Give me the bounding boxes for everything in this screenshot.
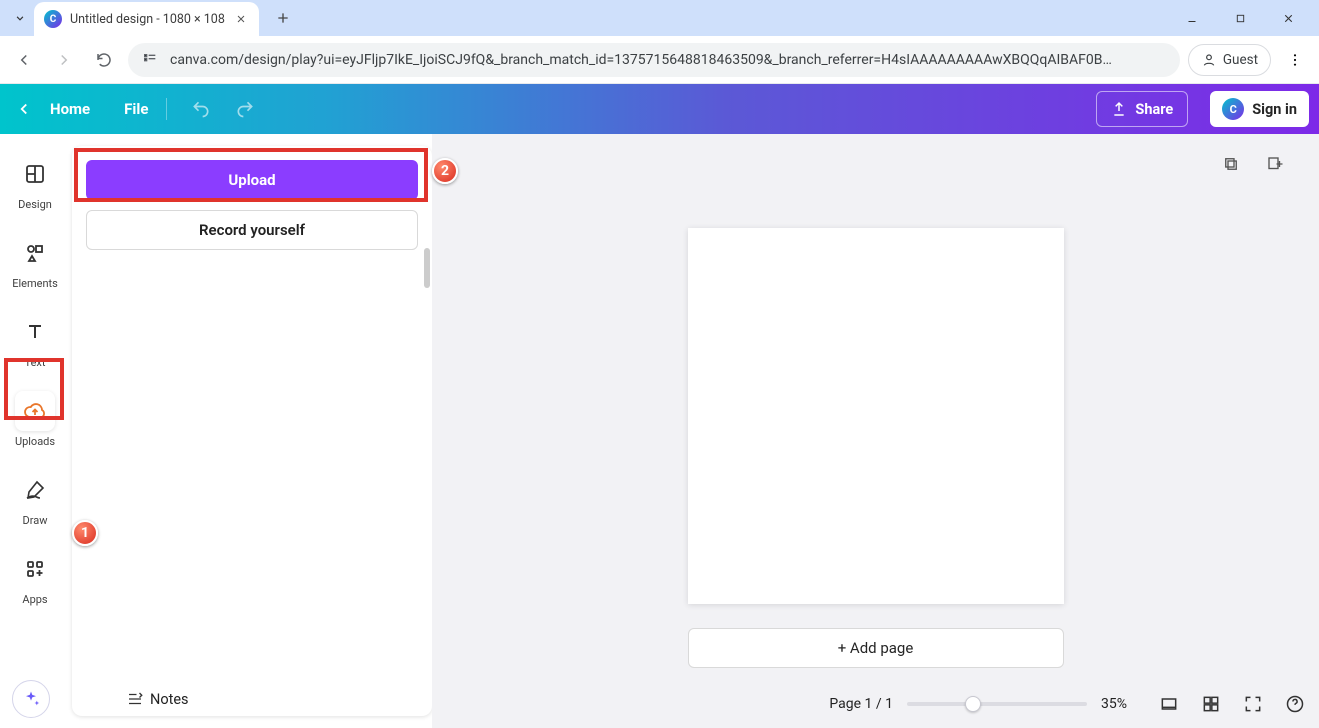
cloud-up-icon: [23, 399, 47, 423]
reload-button[interactable]: [88, 44, 120, 76]
address-bar[interactable]: canva.com/design/play?ui=eyJFljp7IkE_Ijo…: [128, 43, 1180, 77]
back-button[interactable]: [8, 44, 40, 76]
file-menu[interactable]: File: [124, 100, 148, 118]
notes-button[interactable]: Notes: [64, 690, 189, 708]
tab-title: Untitled design - 1080 × 108: [70, 12, 225, 27]
forward-button[interactable]: [48, 44, 80, 76]
fullscreen-button[interactable]: [1239, 690, 1267, 718]
window-controls: [1175, 4, 1313, 32]
browser-tab[interactable]: C Untitled design - 1080 × 108: [34, 2, 259, 36]
notes-icon: [126, 690, 144, 708]
side-rail: Design Elements Text Uploads Draw Apps: [0, 134, 70, 728]
guest-label: Guest: [1223, 52, 1258, 68]
minimize-button[interactable]: [1175, 4, 1209, 32]
canva-logo-icon: C: [1222, 98, 1244, 120]
divider: [166, 98, 167, 120]
signin-button[interactable]: C Sign in: [1210, 91, 1309, 127]
rail-apps[interactable]: Apps: [5, 543, 65, 612]
upload-button[interactable]: Upload: [86, 160, 418, 200]
draw-icon: [23, 478, 47, 502]
rail-label: Uploads: [15, 435, 55, 448]
tabs-dropdown[interactable]: [6, 4, 34, 32]
rail-uploads[interactable]: Uploads: [5, 385, 65, 454]
canva-top-bar: Home File Share C Sign in: [0, 84, 1319, 134]
rail-label: Apps: [22, 593, 47, 606]
page-counter: Page 1 / 1: [829, 696, 893, 712]
rail-label: Elements: [12, 277, 58, 290]
rail-label: Draw: [23, 514, 48, 527]
home-link[interactable]: Home: [50, 100, 90, 118]
grid-view-button[interactable]: [1197, 690, 1225, 718]
person-icon: [1201, 52, 1217, 68]
profile-chip[interactable]: Guest: [1188, 44, 1271, 76]
signin-label: Sign in: [1252, 101, 1297, 118]
maximize-button[interactable]: [1223, 4, 1257, 32]
redo-button[interactable]: [229, 93, 261, 125]
add-page-label: + Add page: [838, 639, 914, 657]
panel-scrollbar[interactable]: [420, 248, 430, 708]
app-back-button[interactable]: [10, 95, 38, 123]
upload-icon: [1111, 101, 1127, 117]
shapes-icon: [23, 241, 47, 265]
add-page-button[interactable]: + Add page: [688, 628, 1064, 668]
site-info-icon[interactable]: [140, 50, 160, 70]
help-button[interactable]: [1281, 690, 1309, 718]
zoom-thumb[interactable]: [965, 696, 981, 712]
magic-button[interactable]: [12, 680, 50, 718]
rail-label: Design: [18, 198, 52, 211]
new-tab-button[interactable]: [269, 4, 297, 32]
rail-draw[interactable]: Draw: [5, 464, 65, 533]
browser-toolbar: canva.com/design/play?ui=eyJFljp7IkE_Ijo…: [0, 36, 1319, 84]
browser-menu-button[interactable]: [1279, 44, 1311, 76]
url-text: canva.com/design/play?ui=eyJFljp7IkE_Ijo…: [170, 52, 1168, 68]
rail-design[interactable]: Design: [5, 148, 65, 217]
footer-left: Notes: [12, 680, 189, 718]
canva-favicon: C: [44, 10, 62, 28]
record-yourself-button[interactable]: Record yourself: [86, 210, 418, 250]
add-page-icon-button[interactable]: [1261, 150, 1289, 178]
zoom-percent: 35%: [1101, 696, 1141, 712]
apps-icon: [23, 557, 47, 581]
rail-text[interactable]: Text: [5, 306, 65, 375]
share-button[interactable]: Share: [1096, 91, 1188, 127]
footer-right: Page 1 / 1 35%: [829, 690, 1309, 718]
text-icon: [23, 320, 47, 344]
close-tab-icon[interactable]: [233, 11, 249, 27]
close-window-button[interactable]: [1271, 4, 1305, 32]
rail-label: Text: [25, 356, 46, 369]
undo-button[interactable]: [185, 93, 217, 125]
design-page[interactable]: [688, 228, 1064, 604]
sparkle-icon: [21, 689, 41, 709]
canvas-float-toolbar: [1217, 150, 1289, 178]
uploads-panel: Upload Record yourself: [72, 146, 432, 716]
rail-elements[interactable]: Elements: [5, 227, 65, 296]
browser-tab-strip: C Untitled design - 1080 × 108: [0, 0, 1319, 36]
canvas-area: + Add page: [432, 134, 1319, 728]
duplicate-page-button[interactable]: [1217, 150, 1245, 178]
main-area: Design Elements Text Uploads Draw Apps 1…: [0, 134, 1319, 728]
layout-icon: [23, 162, 47, 186]
share-label: Share: [1135, 101, 1173, 118]
page-view-button[interactable]: [1155, 690, 1183, 718]
zoom-slider[interactable]: [907, 702, 1087, 706]
notes-label: Notes: [150, 691, 189, 708]
